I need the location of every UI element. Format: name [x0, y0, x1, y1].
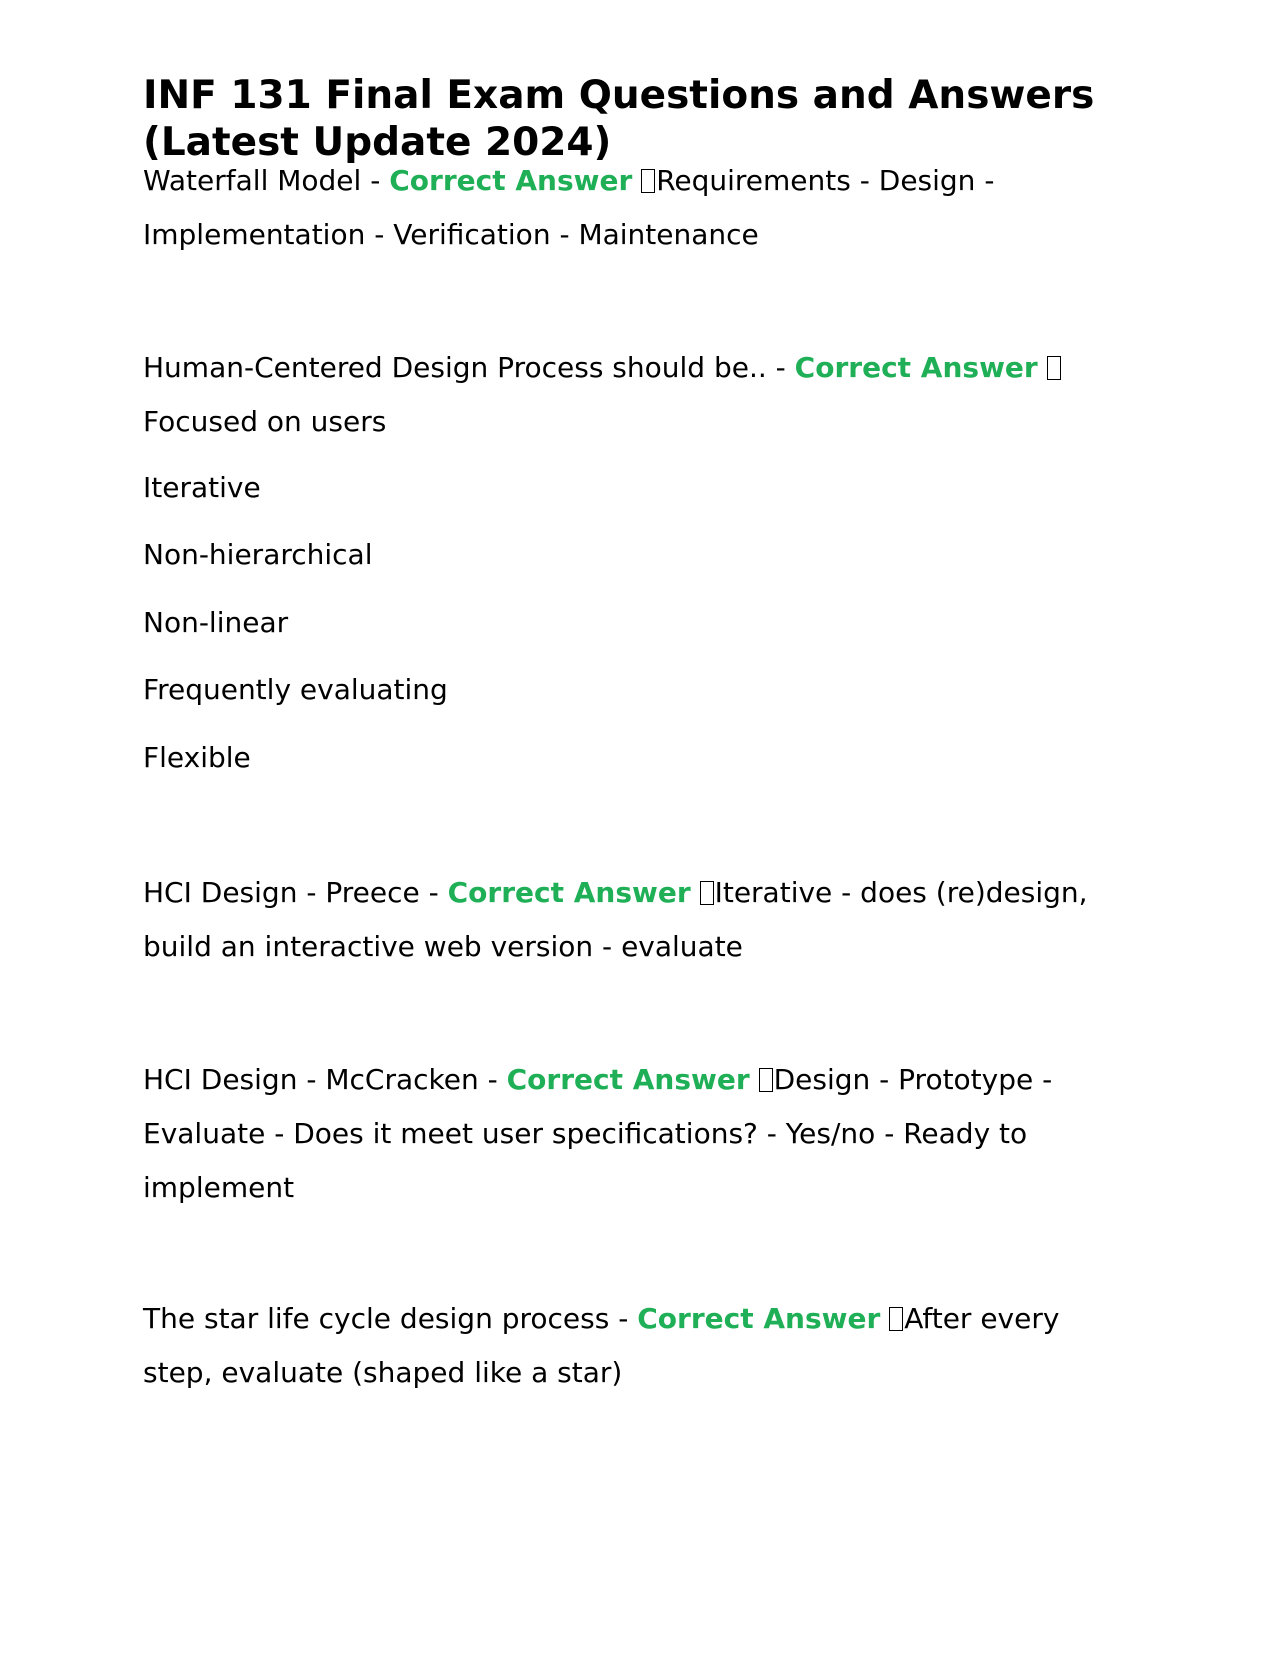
list-item: Frequently evaluating	[143, 673, 448, 706]
list-item: Flexible	[143, 741, 251, 774]
correct-answer-label: Correct Answer	[389, 164, 633, 197]
missing-glyph-icon	[641, 169, 656, 193]
qa-star-life-cycle: The star life cycle design process - Cor…	[143, 1292, 1123, 1400]
missing-glyph-icon	[889, 1307, 904, 1331]
list-item: Non-hierarchical	[143, 538, 373, 571]
question-text: Human-Centered Design Process should be.…	[143, 351, 795, 384]
qa-human-centered-design: Human-Centered Design Process should be.…	[143, 341, 1123, 449]
question-text: Waterfall Model -	[143, 164, 390, 197]
document-title: INF 131 Final Exam Questions and Answers…	[143, 73, 1095, 165]
correct-answer-label: Correct Answer	[506, 1063, 750, 1096]
qa-hci-design-preece: HCI Design - Preece - Correct Answer Ite…	[143, 866, 1123, 974]
answer-text: Focused on users	[143, 405, 387, 438]
list-item: Non-linear	[143, 606, 289, 639]
qa-hci-design-mccracken: HCI Design - McCracken - Correct Answer …	[143, 1053, 1123, 1215]
missing-glyph-icon	[1046, 356, 1061, 380]
missing-glyph-icon	[758, 1068, 773, 1092]
missing-glyph-icon	[699, 881, 714, 905]
list-item: Iterative	[143, 471, 261, 504]
question-text: HCI Design - McCracken -	[143, 1063, 507, 1096]
question-text: The star life cycle design process -	[143, 1302, 638, 1335]
correct-answer-label: Correct Answer	[637, 1302, 881, 1335]
correct-answer-label: Correct Answer	[794, 351, 1038, 384]
question-text: HCI Design - Preece -	[143, 876, 448, 909]
correct-answer-label: Correct Answer	[447, 876, 691, 909]
qa-waterfall-model: Waterfall Model - Correct Answer Require…	[143, 154, 1123, 262]
